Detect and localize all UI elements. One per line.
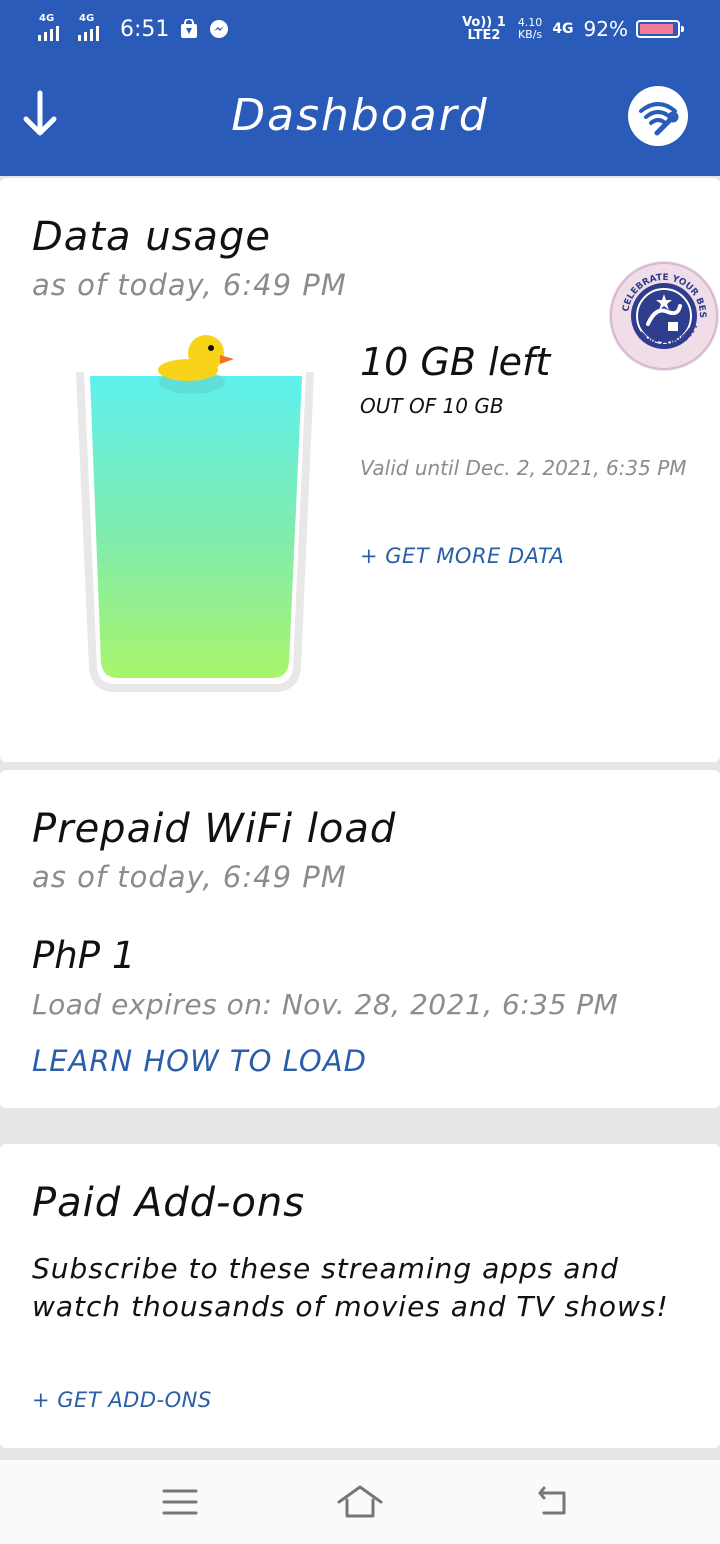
- page-title: Dashboard: [231, 90, 489, 141]
- prepaid-balance: PhP 1: [32, 934, 136, 977]
- home-icon[interactable]: [332, 1480, 388, 1524]
- status-bar: 4G 4G 6:51 Vo)) 1 LTE2 4.10 KB/s 4G 92%: [0, 0, 720, 56]
- store-bag-icon: [179, 19, 199, 39]
- signal-icon: 4G: [78, 13, 112, 43]
- christmas-promo-badge[interactable]: CELEBRATE YOUR BEST THIS CHRISTMAS: [605, 247, 720, 378]
- prepaid-load-card: Prepaid WiFi load as of today, 6:49 PM P…: [0, 770, 720, 1108]
- battery-icon: [636, 20, 684, 38]
- duck-icon: [158, 335, 234, 394]
- prepaid-subtitle: as of today, 6:49 PM: [32, 860, 347, 894]
- volte-bottom: LTE2: [467, 28, 501, 43]
- speed-unit: KB/s: [517, 28, 543, 41]
- prepaid-title: Prepaid WiFi load: [32, 806, 397, 852]
- volte-indicator: Vo)) 1 LTE2: [462, 16, 506, 42]
- status-time: 6:51: [120, 16, 170, 42]
- data-usage-title: Data usage: [32, 214, 271, 260]
- data-usage-subtitle: as of today, 6:49 PM: [32, 268, 347, 302]
- battery-percent: 92%: [583, 17, 628, 41]
- sim2-tech: 4G: [79, 13, 95, 24]
- system-nav-bar: [0, 1460, 720, 1544]
- data-glass-gauge: [70, 298, 320, 702]
- prepaid-expires: Load expires on: Nov. 28, 2021, 6:35 PM: [32, 988, 619, 1021]
- messenger-icon: [209, 19, 229, 39]
- sim1-tech: 4G: [39, 13, 55, 24]
- data-valid-until: Valid until Dec. 2, 2021, 6:35 PM: [360, 456, 687, 480]
- network-type: 4G: [552, 21, 574, 37]
- paid-addons-card: Paid Add-ons Subscribe to these streamin…: [0, 1144, 720, 1448]
- net-speed: 4.10 KB/s: [518, 17, 543, 41]
- get-addons-link[interactable]: + GET ADD-ONS: [32, 1388, 212, 1412]
- data-left-amount: 10 GB left: [360, 340, 551, 384]
- get-more-data-link[interactable]: + GET MORE DATA: [360, 544, 564, 568]
- addons-description: Subscribe to these streaming apps and wa…: [32, 1252, 669, 1323]
- learn-how-to-load-link[interactable]: LEARN HOW TO LOAD: [32, 1044, 367, 1078]
- signal-icon: 4G: [38, 13, 72, 43]
- data-total: OUT OF 10 GB: [360, 394, 504, 418]
- addons-title: Paid Add-ons: [32, 1180, 306, 1226]
- wifi-tools-icon[interactable]: [628, 86, 688, 146]
- app-bar: Dashboard: [0, 56, 720, 176]
- data-usage-card: Data usage as of today, 6:49 PM 10 GB le: [0, 178, 720, 762]
- menu-icon[interactable]: [152, 1480, 208, 1524]
- back-icon[interactable]: [522, 1480, 578, 1524]
